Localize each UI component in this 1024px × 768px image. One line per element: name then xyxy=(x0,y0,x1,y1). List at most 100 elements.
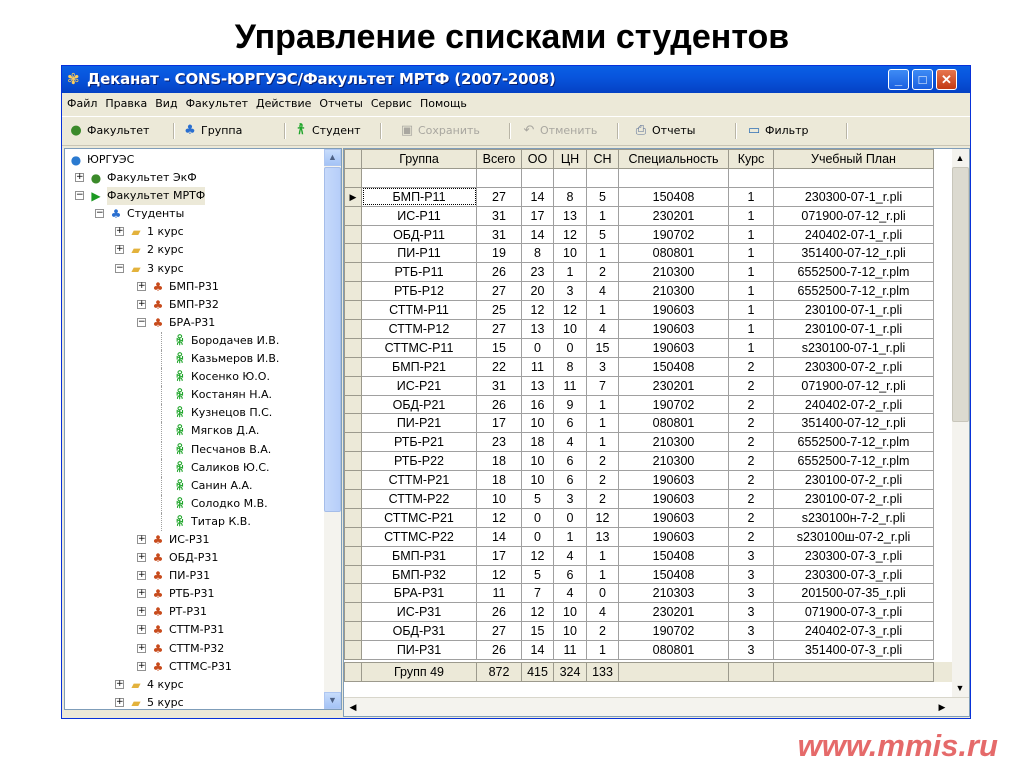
cell-total[interactable]: 27 xyxy=(476,281,522,302)
cell-cn[interactable]: 6 xyxy=(553,413,587,434)
cell-cn[interactable]: 0 xyxy=(553,507,587,528)
cell-sn[interactable]: 1 xyxy=(586,300,619,321)
cell-cn[interactable]: 12 xyxy=(553,224,587,245)
cell-course[interactable]: 2 xyxy=(728,507,774,528)
cell-plan[interactable]: 240402-07-3_r.pli xyxy=(773,621,934,642)
table-row[interactable]: СТТМ-Р11 25 12 12 1 190603 1 230100-07-1_r.pli xyxy=(344,300,934,321)
cell-oo[interactable]: 14 xyxy=(521,186,554,207)
cell-group[interactable]: РТБ-Р11 xyxy=(361,262,477,283)
cell-sn[interactable]: 1 xyxy=(586,432,619,453)
cell-specialty[interactable]: 190603 xyxy=(618,526,729,547)
expand-icon[interactable]: + xyxy=(115,245,124,255)
cell-cn[interactable]: 9 xyxy=(553,394,587,415)
cell-plan[interactable]: 6552500-7-12_r.plm xyxy=(773,432,934,453)
table-row[interactable]: ИС-Р31 26 12 10 4 230201 3 071900-07-3_r.pli xyxy=(344,602,934,623)
cell-sn[interactable]: 7 xyxy=(586,375,619,396)
cell-specialty[interactable]: 150408 xyxy=(618,545,729,566)
header-course[interactable]: Курс xyxy=(728,149,774,169)
cell-plan[interactable]: 6552500-7-12_r.plm xyxy=(773,281,934,302)
cell-total[interactable]: 11 xyxy=(476,583,522,604)
expand-icon[interactable]: + xyxy=(137,661,146,671)
table-row[interactable]: БМП-Р31 17 12 4 1 150408 3 230300-07-3_r.pli xyxy=(344,545,934,566)
cell-group[interactable]: СТТМ-Р21 xyxy=(361,470,477,491)
expand-icon[interactable]: + xyxy=(137,589,146,599)
groups-grid[interactable]: Группа Всего ОО ЦН СН Специальность Курс Учебны… xyxy=(343,148,970,717)
navigation-tree[interactable]: ● ЮРГУЭС + ● Факультет ЭкФ − ▶ Факультет… xyxy=(64,148,342,710)
cell-cn[interactable]: 13 xyxy=(553,205,587,226)
scroll-left-icon[interactable]: ◀ xyxy=(345,699,361,715)
cell-plan[interactable]: 071900-07-12_r.pli xyxy=(773,205,934,226)
header-group[interactable]: Группа xyxy=(361,149,477,169)
cell-course[interactable]: 3 xyxy=(728,640,774,661)
cell-plan[interactable]: 230100-07-2_r.pli xyxy=(773,489,934,509)
cell-plan[interactable]: 230300-07-3_r.pli xyxy=(773,564,934,585)
scroll-right-icon[interactable]: ▶ xyxy=(934,699,950,715)
cell-course[interactable]: 1 xyxy=(728,262,774,283)
cell-oo[interactable]: 0 xyxy=(521,337,554,358)
cell-plan[interactable]: 240402-07-1_r.pli xyxy=(773,224,934,245)
expand-icon[interactable]: + xyxy=(75,173,84,183)
expand-icon[interactable]: + xyxy=(137,553,146,563)
cell-plan[interactable]: 351400-07-12_r.pli xyxy=(773,243,934,264)
table-row[interactable]: РТБ-Р22 18 10 6 2 210300 2 6552500-7-12_r.plm xyxy=(344,451,934,472)
cell-group[interactable]: СТТМС-Р21 xyxy=(361,507,477,528)
tree-item-faculty-mrtf[interactable]: − ▶ Факультет МРТФ xyxy=(65,187,315,206)
cell-oo[interactable]: 0 xyxy=(521,526,554,547)
cell-group[interactable]: СТТМС-Р11 xyxy=(361,337,477,358)
cell-plan[interactable]: 230300-07-1_r.pli xyxy=(773,186,934,207)
cell-group[interactable]: ИС-Р31 xyxy=(361,602,477,623)
expand-icon[interactable]: + xyxy=(115,679,124,689)
cell-cn[interactable]: 10 xyxy=(553,602,587,623)
cell-plan[interactable]: 230300-07-2_r.pli xyxy=(773,356,934,377)
cell-total[interactable]: 31 xyxy=(476,205,522,226)
cell-specialty[interactable]: 190702 xyxy=(618,224,729,245)
cell-cn[interactable]: 6 xyxy=(553,470,587,491)
cell-total[interactable]: 26 xyxy=(476,640,522,661)
save-button[interactable]: ▣ Сохранить xyxy=(399,121,480,141)
cell-group[interactable]: ОБД-Р31 xyxy=(361,621,477,642)
cell-plan[interactable]: 230100-07-2_r.pli xyxy=(773,470,934,491)
header-cn[interactable]: ЦН xyxy=(553,149,587,169)
cell-plan[interactable]: 230100-07-1_r.pli xyxy=(773,300,934,321)
menu-file[interactable]: Файл xyxy=(62,94,100,110)
table-row[interactable]: РТБ-Р21 23 18 4 1 210300 2 6552500-7-12_r.plm xyxy=(344,432,934,453)
table-row[interactable]: СТТМС-Р21 12 0 0 12 190603 2 s230100н-7-2_r.pli xyxy=(344,507,934,528)
menu-view[interactable]: Вид xyxy=(150,94,180,110)
tree-item-student[interactable]: ꆜ Костанян Н.А. xyxy=(65,386,315,405)
table-row[interactable]: ПИ-Р11 19 8 10 1 080801 1 351400-07-12_r.pli xyxy=(344,243,934,264)
cell-specialty[interactable]: 080801 xyxy=(618,413,729,434)
scroll-thumb[interactable] xyxy=(324,167,341,512)
menu-reports[interactable]: Отчеты xyxy=(314,94,365,110)
tree-item-group[interactable]: + ♣ БМП-Р31 xyxy=(65,278,315,296)
table-row[interactable]: ПИ-Р21 17 10 6 1 080801 2 351400-07-12_r.pli xyxy=(344,413,934,434)
cell-sn[interactable]: 4 xyxy=(586,602,619,623)
cell-oo[interactable]: 5 xyxy=(521,489,554,509)
expand-icon[interactable]: + xyxy=(137,299,146,309)
tree-item-group[interactable]: + ♣ ИС-Р31 xyxy=(65,531,315,549)
tree-item-course[interactable]: + ▰ 1 курс xyxy=(65,223,315,241)
cell-specialty[interactable]: 190603 xyxy=(618,507,729,528)
cell-sn[interactable]: 2 xyxy=(586,489,619,509)
cell-sn[interactable]: 1 xyxy=(586,545,619,566)
cell-cn[interactable]: 11 xyxy=(553,375,587,396)
cell-specialty[interactable]: 190603 xyxy=(618,470,729,491)
table-row[interactable]: ▶ БМП-Р11 27 14 8 5 150408 1 230300-07-1_r.pli xyxy=(344,186,934,207)
close-button[interactable]: ✕ xyxy=(936,69,957,90)
cell-specialty[interactable]: 230201 xyxy=(618,602,729,623)
cell-group[interactable]: СТТМ-Р11 xyxy=(361,300,477,321)
cell-total[interactable]: 12 xyxy=(476,564,522,585)
cell-course[interactable]: 3 xyxy=(728,602,774,623)
tree-item-student[interactable]: ꆜ Казьмеров И.В. xyxy=(65,350,315,369)
cell-cn[interactable]: 0 xyxy=(553,337,587,358)
cell-total[interactable]: 14 xyxy=(476,526,522,547)
tree-item-student[interactable]: ꆜ Мягков Д.А. xyxy=(65,422,315,441)
table-row[interactable]: СТТМС-Р22 14 0 1 13 190603 2 s230100ш-07-2_r.pl… xyxy=(344,526,934,547)
table-row[interactable]: ОБД-Р11 31 14 12 5 190702 1 240402-07-1_r.pli xyxy=(344,224,934,245)
tree-item-group[interactable]: + ♣ РТ-Р31 xyxy=(65,603,315,621)
cell-cn[interactable]: 4 xyxy=(553,583,587,604)
cell-total[interactable]: 17 xyxy=(476,545,522,566)
cell-cn[interactable]: 4 xyxy=(553,545,587,566)
cell-course[interactable]: 2 xyxy=(728,432,774,453)
cell-sn[interactable]: 2 xyxy=(586,621,619,642)
scroll-up-icon[interactable]: ▲ xyxy=(324,149,341,166)
